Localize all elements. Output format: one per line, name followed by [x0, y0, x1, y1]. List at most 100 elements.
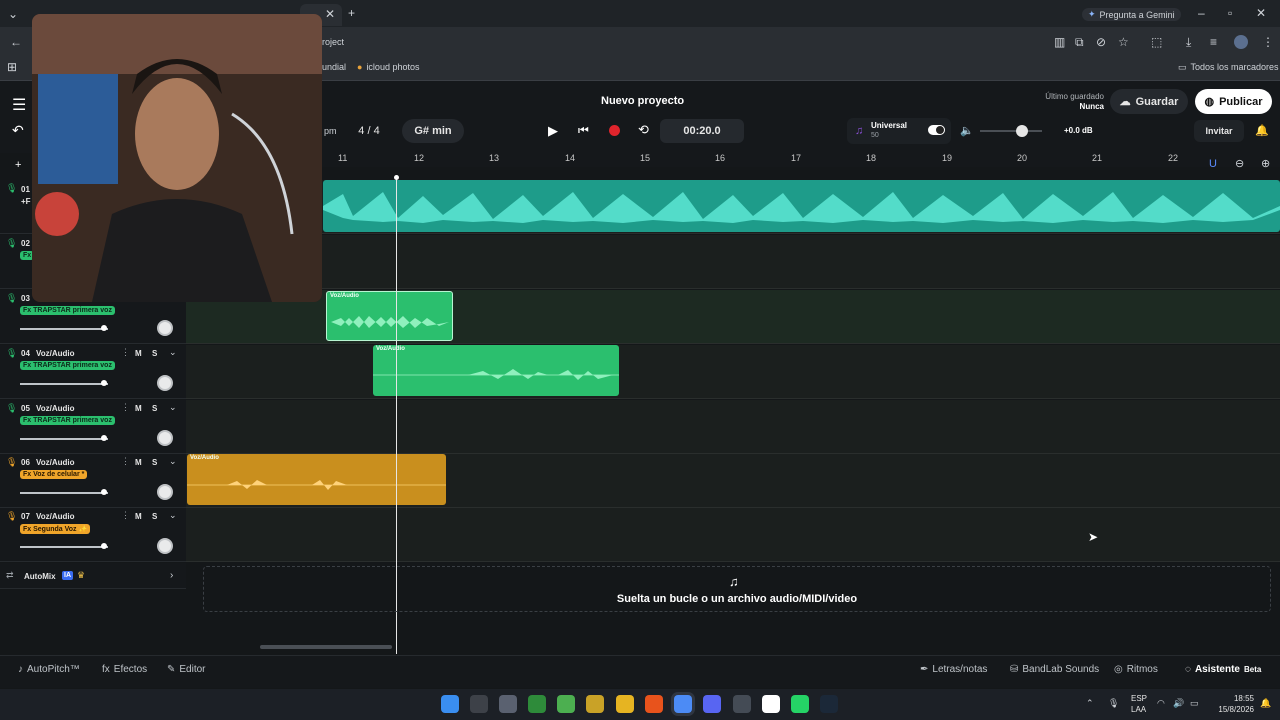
file-explorer-icon[interactable] [616, 695, 634, 713]
chevron-right-icon[interactable]: › [170, 570, 173, 581]
new-tab-icon[interactable]: + [348, 6, 355, 20]
sidebar-icon[interactable]: ▥ [1054, 35, 1065, 49]
language-code[interactable]: ESP [1131, 694, 1147, 703]
widgets-icon[interactable] [470, 695, 488, 713]
drag-handle-icon[interactable]: ⋮ [121, 402, 130, 413]
undo-icon[interactable]: ↶ [12, 122, 24, 139]
extensions-icon[interactable]: ⬚ [1151, 35, 1162, 49]
track-volume-slider[interactable] [20, 438, 108, 440]
bell-icon[interactable]: 🔔 [1255, 124, 1269, 137]
capcut-icon[interactable] [762, 695, 780, 713]
add-track-icon[interactable]: + [15, 159, 21, 171]
project-title[interactable]: Nuevo proyecto [601, 95, 684, 107]
assistant-button[interactable]: ◌ Asistente Beta [1185, 664, 1261, 675]
cast-icon[interactable]: ⧉ [1075, 35, 1084, 49]
discord-icon[interactable] [703, 695, 721, 713]
invite-button[interactable]: Invitar [1194, 120, 1244, 142]
mute-button[interactable]: M [135, 512, 142, 521]
editor-button[interactable]: ✎ Editor [167, 664, 206, 675]
effects-button[interactable]: fx Efectos [102, 664, 147, 675]
clock-time[interactable]: 18:55 [1214, 694, 1254, 703]
track-volume-slider[interactable] [20, 492, 108, 494]
window-close-icon[interactable]: ✕ [1256, 6, 1266, 20]
drag-handle-icon[interactable]: ⋮ [121, 347, 130, 358]
tab-search-icon[interactable]: ⌄ [8, 7, 18, 21]
track-lane-2[interactable] [186, 235, 1280, 289]
zoom-in-icon[interactable]: ⊕ [1261, 157, 1270, 170]
back-icon[interactable]: ← [10, 35, 22, 49]
solo-button[interactable]: S [152, 458, 157, 467]
track-volume-handle[interactable] [101, 543, 107, 549]
address-bar[interactable]: roject [322, 37, 344, 47]
minimize-icon[interactable]: – [1198, 6, 1205, 20]
track-name[interactable]: Voz/Audio [36, 458, 75, 467]
track-lane-5[interactable] [186, 400, 1280, 454]
record-button[interactable] [609, 125, 620, 136]
chevron-down-icon[interactable]: ⌄ [169, 510, 177, 521]
pan-knob[interactable] [157, 430, 173, 446]
xbox-icon[interactable] [528, 695, 546, 713]
magnet-icon[interactable]: U [1209, 158, 1217, 170]
audio-clip[interactable]: Voz/Audio [187, 454, 446, 505]
track-fx[interactable]: Fx Segunda Voz ✨ [20, 524, 91, 534]
track-fx[interactable]: +F [21, 197, 31, 206]
track-name[interactable]: Voz/Audio [36, 349, 75, 358]
maximize-icon[interactable]: ▫ [1228, 6, 1232, 20]
track-volume-slider[interactable] [20, 546, 108, 548]
play-icon[interactable]: ▶ [548, 123, 558, 139]
tab-close-icon[interactable]: ✕ [325, 7, 335, 21]
bookmark-star-icon[interactable]: ☆ [1118, 35, 1129, 49]
language-region[interactable]: LAA [1131, 705, 1146, 714]
track-volume-handle[interactable] [101, 325, 107, 331]
apps-grid-icon[interactable]: ⊞ [7, 60, 17, 74]
audio-clip[interactable]: Voz/Audio [373, 345, 619, 396]
all-bookmarks[interactable]: ▭ Todos los marcadores [1178, 62, 1279, 73]
instrument-toggle[interactable] [928, 125, 945, 135]
lyrics-button[interactable]: ✒ Letras/notas [920, 664, 987, 675]
track-name[interactable]: Voz/Audio [36, 512, 75, 521]
bookmark-item[interactable]: undial [322, 62, 346, 72]
track-name[interactable]: Voz/Audio [36, 404, 75, 413]
solo-button[interactable]: S [152, 512, 157, 521]
chevron-down-icon[interactable]: ⌄ [169, 456, 177, 467]
microphone-tray-icon[interactable]: 🎙 [1108, 698, 1119, 709]
track-lane-4[interactable] [186, 345, 1280, 399]
drag-handle-icon[interactable]: ⋮ [121, 456, 130, 467]
track-volume-handle[interactable] [101, 380, 107, 386]
skip-back-icon[interactable]: ⏮ [578, 123, 589, 138]
pan-knob[interactable] [157, 484, 173, 500]
hamburger-menu-icon[interactable]: ☰ [12, 95, 26, 115]
horizontal-scrollbar[interactable] [260, 645, 392, 649]
track-volume-slider[interactable] [20, 328, 108, 330]
chevron-down-icon[interactable]: ⌄ [169, 402, 177, 413]
drop-zone[interactable] [203, 566, 1271, 612]
publish-button[interactable]: ◍ Publicar [1195, 89, 1272, 114]
windows-start-icon[interactable] [441, 695, 459, 713]
mute-button[interactable]: M [135, 349, 142, 358]
mute-button[interactable]: M [135, 404, 142, 413]
pan-knob[interactable] [157, 320, 173, 336]
track-volume-slider[interactable] [20, 383, 108, 385]
chrome-menu-icon[interactable]: ⋮ [1262, 35, 1274, 49]
beat-clip[interactable] [323, 180, 1280, 232]
pan-knob[interactable] [157, 538, 173, 554]
clock-date[interactable]: 15/8/2026 [1208, 705, 1254, 714]
track-volume-handle[interactable] [101, 435, 107, 441]
rhythms-button[interactable]: ◎ Ritmos [1114, 664, 1158, 675]
autopitch-button[interactable]: ♪ AutoPitch™ [18, 664, 80, 675]
solo-button[interactable]: S [152, 404, 157, 413]
master-volume-slider[interactable] [980, 130, 1042, 132]
track-volume-handle[interactable] [101, 489, 107, 495]
eye-off-icon[interactable]: ⊘ [1096, 35, 1106, 49]
loop-icon[interactable]: ⟲ [638, 122, 649, 138]
chrome-icon[interactable] [674, 695, 692, 713]
game-icon[interactable] [586, 695, 604, 713]
save-button[interactable]: ☁ Guardar [1110, 89, 1188, 114]
battery-icon[interactable]: ▭ [1190, 698, 1199, 709]
sounds-button[interactable]: ⛁ BandLab Sounds [1010, 664, 1099, 675]
master-volume-handle[interactable] [1016, 125, 1028, 137]
bpm-suffix[interactable]: pm [324, 126, 337, 136]
media-icon[interactable]: ≡ [1210, 35, 1217, 49]
track-fx[interactable]: Fx TRAPSTAR primera voz [20, 306, 115, 315]
pan-knob[interactable] [157, 375, 173, 391]
